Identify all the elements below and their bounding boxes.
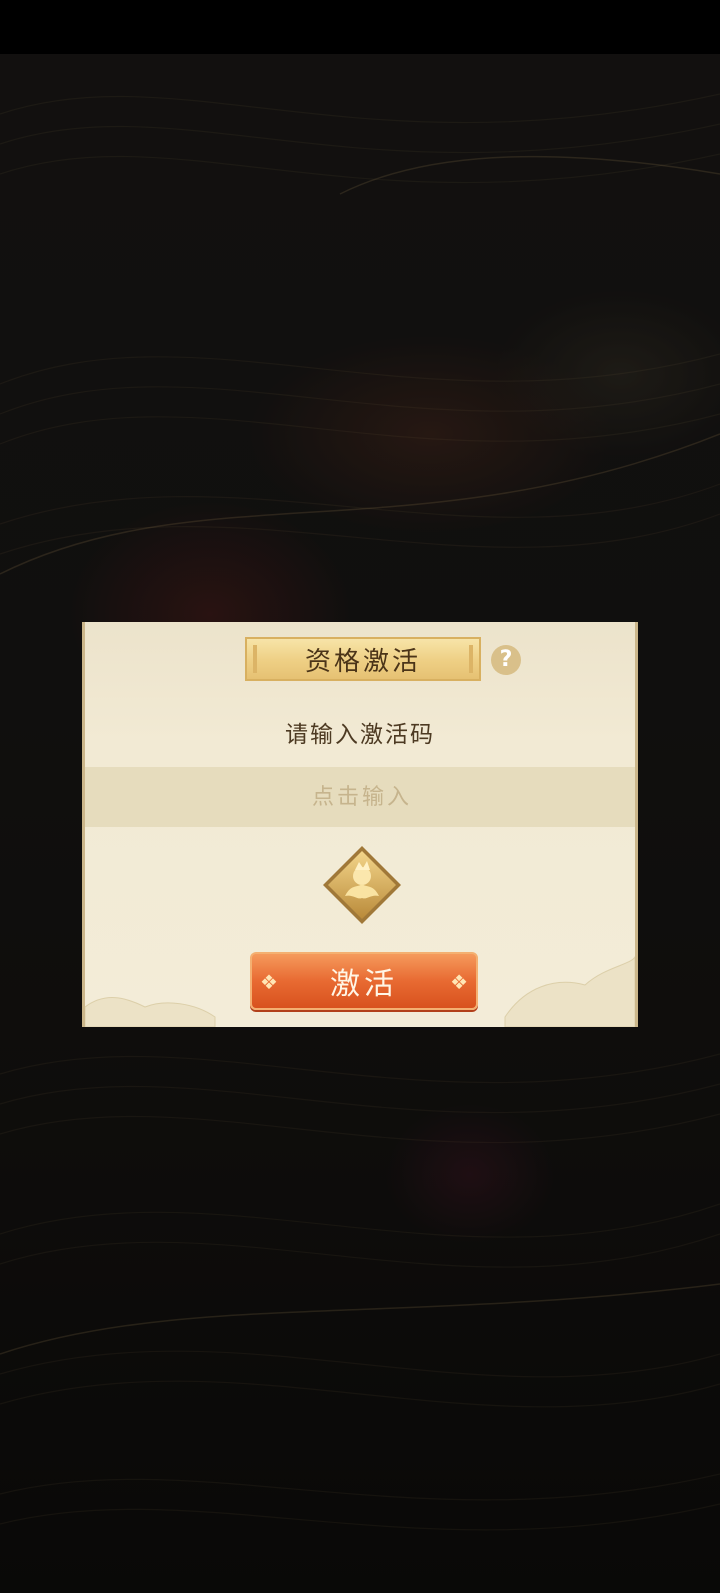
question-mark-icon: ? [499,647,513,672]
activation-dialog: 资格激活 ? 请输入激活码 ❖ 激活 ❖ [82,622,638,1027]
golden-emblem-icon [323,846,401,924]
activation-code-input[interactable] [85,767,635,827]
diamond-deco-icon: ❖ [260,970,278,994]
help-button[interactable]: ? [491,645,521,675]
activate-button-label: 激活 [330,967,398,1002]
dialog-title: 资格激活 [304,646,421,677]
activate-button[interactable]: ❖ 激活 ❖ [250,952,478,1010]
dialog-title-plate: 资格激活 [245,637,481,681]
status-bar [0,0,720,54]
diamond-deco-icon: ❖ [450,970,468,994]
activation-code-prompt: 请输入激活码 [285,722,435,748]
